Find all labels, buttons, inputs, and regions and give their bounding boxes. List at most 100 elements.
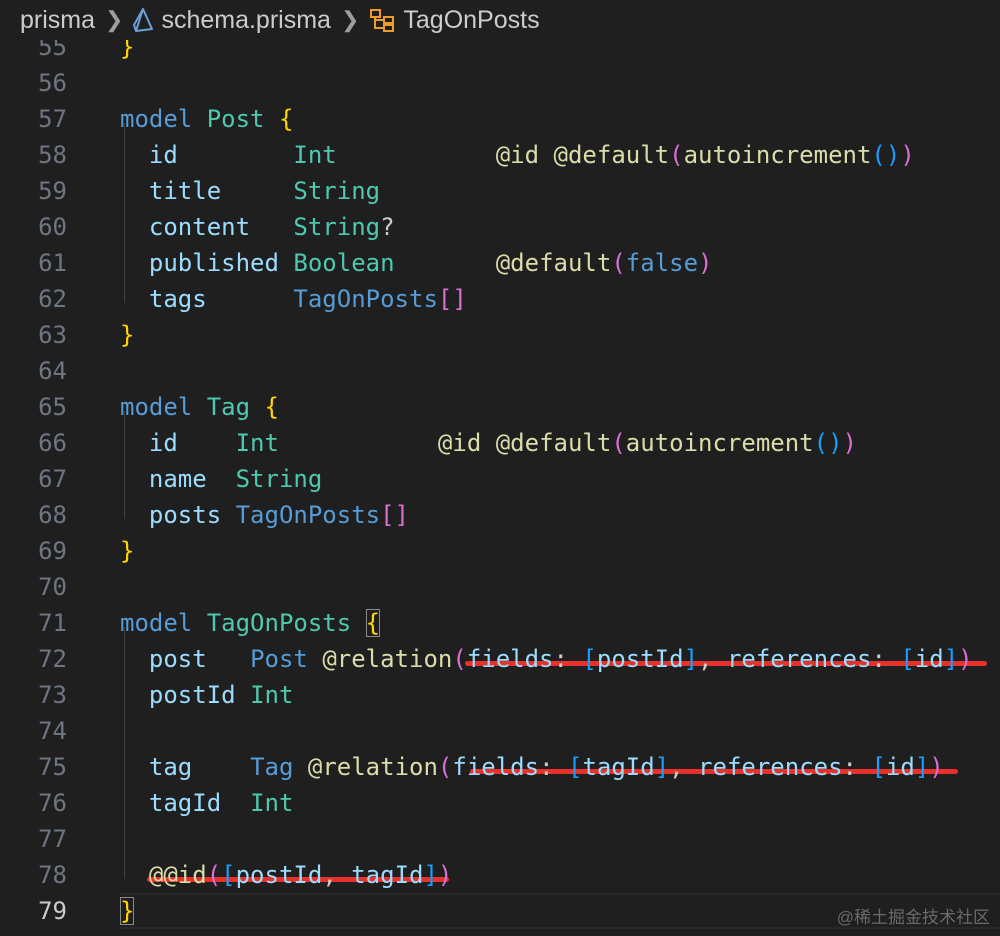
code-line[interactable]: 78 @@id([postId, tagId]) bbox=[0, 857, 1000, 893]
code-text: } bbox=[120, 317, 134, 353]
code-token: [ bbox=[582, 645, 597, 673]
code-line[interactable]: 60 content String? bbox=[0, 209, 1000, 245]
code-text: id Int @id @default(autoincrement()) bbox=[120, 137, 915, 173]
code-line[interactable]: 76 tagId Int bbox=[0, 785, 1000, 821]
line-number: 59 bbox=[38, 177, 67, 205]
code-text: model Post { bbox=[120, 101, 293, 137]
code-token: fields bbox=[466, 645, 554, 673]
code-token: id bbox=[914, 645, 944, 673]
watermark: @稀土掘金技术社区 bbox=[836, 908, 990, 927]
code-line[interactable]: 64 bbox=[0, 353, 1000, 389]
code-token: ) bbox=[437, 861, 453, 889]
code-token: ] bbox=[943, 645, 959, 673]
code-text: model Tag { bbox=[120, 389, 279, 425]
code-token: , bbox=[322, 861, 352, 889]
code-token: model bbox=[120, 609, 193, 637]
code-line[interactable]: 65 model Tag { bbox=[0, 389, 1000, 425]
code-text: id Int @id @default(autoincrement()) bbox=[120, 425, 857, 461]
breadcrumb-folder[interactable]: prisma bbox=[20, 6, 95, 35]
code-line[interactable]: 75 tag Tag @relation(fields: [tagId], re… bbox=[0, 749, 1000, 785]
code-token: Post bbox=[250, 645, 308, 673]
code-token: postId bbox=[596, 645, 684, 673]
code-token: , bbox=[669, 753, 699, 781]
code-token: references bbox=[726, 645, 872, 673]
breadcrumb-symbol[interactable]: TagOnPosts bbox=[403, 6, 539, 35]
code-token: Int bbox=[293, 141, 337, 169]
code-token: TagOnPosts bbox=[293, 285, 438, 313]
line-number: 62 bbox=[38, 285, 67, 313]
code-line[interactable]: 61 published Boolean @default(false) bbox=[0, 245, 1000, 281]
code-token: () bbox=[871, 141, 901, 169]
code-editor[interactable]: 55} 56 57 model Post {58 id Int @id @defaul… bbox=[0, 40, 1000, 936]
code-token: { bbox=[278, 105, 294, 133]
code-line[interactable]: 74 bbox=[0, 713, 1000, 749]
code-token: tagId bbox=[351, 861, 424, 889]
line-number: 74 bbox=[38, 717, 67, 745]
code-token: ] bbox=[423, 861, 438, 889]
code-token: ( bbox=[611, 429, 626, 457]
code-token: Post bbox=[206, 105, 265, 133]
code-token: @id bbox=[437, 429, 482, 457]
code-line[interactable]: 58 id Int @id @default(autoincrement()) bbox=[0, 137, 1000, 173]
code-token: : bbox=[539, 753, 568, 781]
code-token: [] bbox=[380, 501, 410, 529]
code-line[interactable]: 66 id Int @id @default(autoincrement()) bbox=[0, 425, 1000, 461]
code-token: ( bbox=[611, 249, 626, 277]
code-line[interactable]: 67 name String bbox=[0, 461, 1000, 497]
code-line[interactable]: 56 bbox=[0, 65, 1000, 101]
code-line[interactable]: 69} bbox=[0, 533, 1000, 569]
code-text: post Post @relation(fields: [postId], re… bbox=[120, 641, 973, 677]
code-line[interactable]: 71 model TagOnPosts { bbox=[0, 605, 1000, 641]
code-token: @relation bbox=[307, 753, 438, 781]
code-text: tag Tag @relation(fields: [tagId], refer… bbox=[120, 749, 944, 785]
code-line[interactable]: 57 model Post { bbox=[0, 101, 1000, 137]
code-token: post bbox=[148, 645, 207, 673]
breadcrumb-file[interactable]: schema.prisma bbox=[161, 6, 331, 35]
code-token: @@id bbox=[148, 861, 207, 889]
line-number: 69 bbox=[38, 537, 67, 565]
code-line[interactable]: 70 bbox=[0, 569, 1000, 605]
code-token: : bbox=[871, 645, 901, 673]
code-line[interactable]: 63} bbox=[0, 317, 1000, 353]
code-token: title bbox=[148, 177, 222, 205]
code-line[interactable]: 55} bbox=[0, 40, 1000, 65]
code-token: ) bbox=[929, 753, 944, 781]
model-symbol-icon bbox=[369, 8, 395, 32]
code-token: String bbox=[293, 213, 381, 241]
code-text: posts TagOnPosts[] bbox=[120, 497, 409, 533]
code-line[interactable]: 77 bbox=[0, 821, 1000, 857]
code-token: Tag bbox=[206, 393, 251, 421]
code-line[interactable]: 68 posts TagOnPosts[] bbox=[0, 497, 1000, 533]
code-line[interactable]: 59 title String bbox=[0, 173, 1000, 209]
code-line[interactable]: 73 postId Int bbox=[0, 677, 1000, 713]
code-token: posts bbox=[148, 501, 222, 529]
code-token: ] bbox=[683, 645, 699, 673]
code-token: ( bbox=[206, 861, 222, 889]
code-token: ) bbox=[698, 249, 713, 277]
line-number: 79 bbox=[38, 897, 67, 925]
code-token: [ bbox=[221, 861, 236, 889]
code-line[interactable]: 62 tags TagOnPosts[] bbox=[0, 281, 1000, 317]
code-token: autoincrement bbox=[625, 429, 814, 457]
line-number: 77 bbox=[38, 825, 67, 853]
code-line[interactable]: 72 post Post @relation(fields: [postId],… bbox=[0, 641, 1000, 677]
line-number: 64 bbox=[38, 357, 67, 385]
